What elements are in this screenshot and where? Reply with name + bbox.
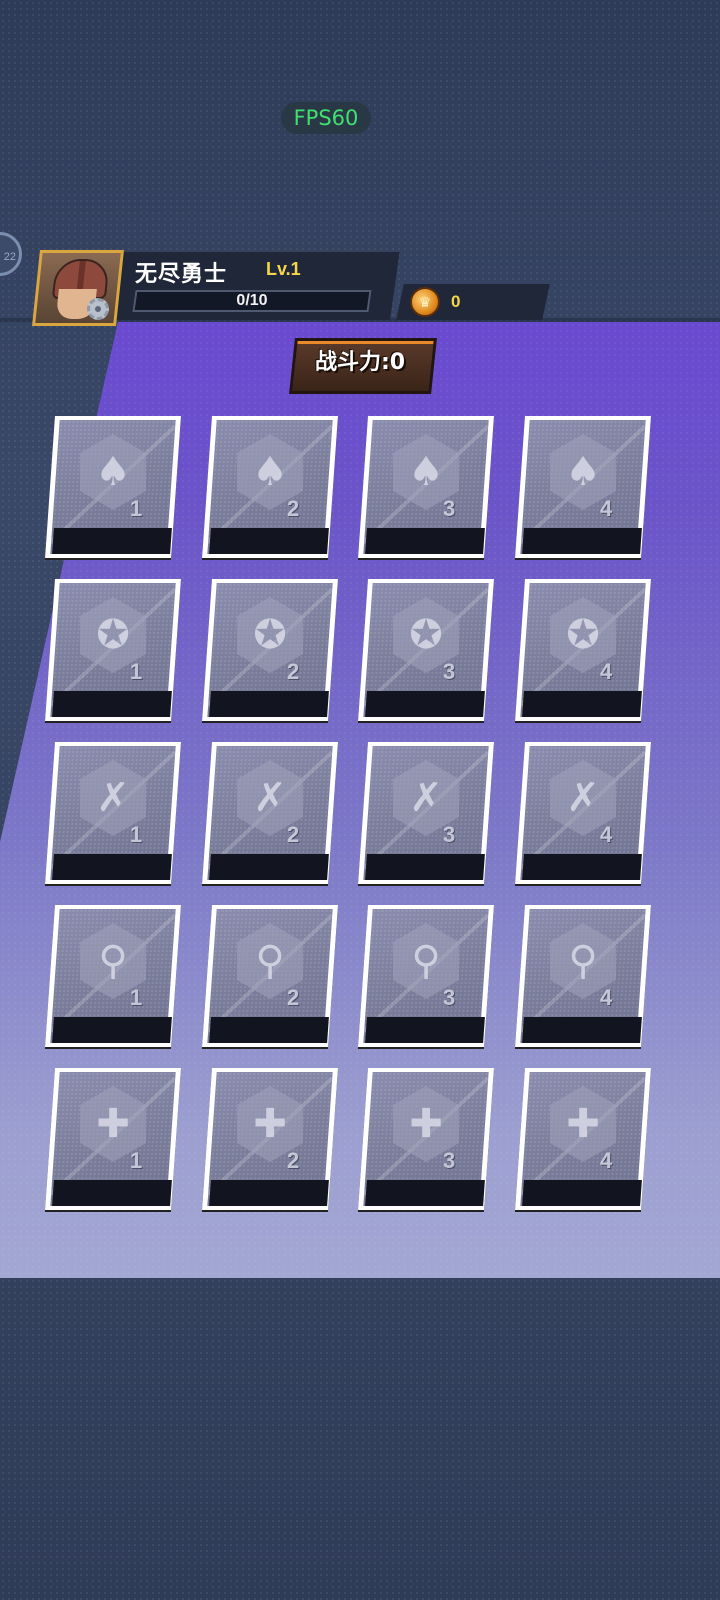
crossbow-icon: ✗ [566, 775, 600, 821]
card-footer [52, 691, 172, 717]
card-footer [522, 854, 642, 880]
slot-number: 4 [600, 822, 613, 847]
slot-number: 2 [287, 822, 300, 847]
sword-icon: ♠ [252, 449, 288, 495]
card-footer [209, 691, 329, 717]
shuriken-icon: ✪ [253, 612, 287, 658]
equipment-slot-bow-2[interactable]: ✗ 2 [202, 742, 338, 884]
card-footer [365, 854, 485, 880]
equipment-slot-armor-1[interactable]: ✪ 1 [45, 579, 181, 721]
equipment-slot-weapon-2[interactable]: ♠ 2 [202, 416, 338, 558]
card-footer [209, 854, 329, 880]
slot-number: 3 [443, 659, 456, 684]
shield-cross-icon: ✚ [96, 1101, 130, 1147]
slot-number: 1 [130, 659, 143, 684]
card-footer [365, 528, 485, 554]
slot-number: 4 [600, 496, 613, 521]
crossbow-icon: ✗ [409, 775, 443, 821]
card-footer [522, 1180, 642, 1206]
shuriken-icon: ✪ [96, 612, 130, 658]
equipment-slot-armor-3[interactable]: ✪ 3 [358, 579, 494, 721]
shield-cross-icon: ✚ [566, 1101, 600, 1147]
card-footer [365, 1017, 485, 1043]
shield-cross-icon: ✚ [409, 1101, 443, 1147]
slot-number: 4 [600, 985, 613, 1010]
slot-number: 3 [443, 822, 456, 847]
player-avatar[interactable] [32, 250, 124, 326]
card-footer [522, 1017, 642, 1043]
equipment-slot-bow-1[interactable]: ✗ 1 [45, 742, 181, 884]
sword-icon: ♠ [408, 449, 444, 495]
slot-number: 1 [130, 496, 143, 521]
coin-icon: ♛ [410, 287, 440, 317]
card-footer [209, 1017, 329, 1043]
slot-number: 2 [287, 659, 300, 684]
equipment-slot-bow-3[interactable]: ✗ 3 [358, 742, 494, 884]
settings-gear-icon[interactable] [87, 298, 109, 320]
equipment-slot-armor-2[interactable]: ✪ 2 [202, 579, 338, 721]
sword-icon: ♠ [95, 449, 131, 495]
card-footer [52, 1017, 172, 1043]
ring-icon: ⚲ [411, 938, 441, 984]
card-footer [52, 528, 172, 554]
slot-number: 2 [287, 985, 300, 1010]
ring-icon: ⚲ [568, 938, 598, 984]
player-level: Lv.1 [266, 259, 301, 279]
slot-number: 2 [287, 1148, 300, 1173]
slot-number: 1 [130, 1148, 143, 1173]
card-footer [522, 691, 642, 717]
combat-power-text: 战斗力:0 [314, 350, 406, 375]
player-name: 无尽勇士 [135, 262, 228, 287]
equipment-slot-weapon-4[interactable]: ♠ 4 [515, 416, 651, 558]
sword-icon: ♠ [565, 449, 601, 495]
slot-number: 3 [443, 496, 456, 521]
xp-progress-text: 0/10 [236, 292, 268, 309]
slot-number: 4 [600, 1148, 613, 1173]
slot-number: 1 [130, 985, 143, 1010]
equipment-slot-accessory-1[interactable]: ⚲ 1 [45, 905, 181, 1047]
card-footer [365, 1180, 485, 1206]
card-footer [209, 528, 329, 554]
card-footer [365, 691, 485, 717]
crossbow-icon: ✗ [96, 775, 130, 821]
ring-icon: ⚲ [255, 938, 285, 984]
slot-number: 4 [600, 659, 613, 684]
equipment-slot-accessory-2[interactable]: ⚲ 2 [202, 905, 338, 1047]
equipment-slot-shield-1[interactable]: ✚ 1 [45, 1068, 181, 1210]
equipment-slot-bow-4[interactable]: ✗ 4 [515, 742, 651, 884]
equipment-slot-accessory-4[interactable]: ⚲ 4 [515, 905, 651, 1047]
slot-number: 1 [130, 822, 143, 847]
card-footer [209, 1180, 329, 1206]
slot-number: 2 [287, 496, 300, 521]
equipment-slot-shield-2[interactable]: ✚ 2 [202, 1068, 338, 1210]
equipment-slot-weapon-1[interactable]: ♠ 1 [45, 416, 181, 558]
equipment-slot-accessory-3[interactable]: ⚲ 3 [358, 905, 494, 1047]
card-footer [52, 854, 172, 880]
fps-counter: FPS60 [281, 102, 371, 134]
shuriken-icon: ✪ [409, 612, 443, 658]
coin-count: 0 [451, 292, 461, 311]
equipment-slot-shield-3[interactable]: ✚ 3 [358, 1068, 494, 1210]
equipment-slot-armor-4[interactable]: ✪ 4 [515, 579, 651, 721]
slot-number: 3 [443, 985, 456, 1010]
equipment-slot-weapon-3[interactable]: ♠ 3 [358, 416, 494, 558]
ring-icon: ⚲ [98, 938, 128, 984]
crossbow-icon: ✗ [253, 775, 287, 821]
slot-number: 3 [443, 1148, 456, 1173]
equipment-slot-shield-4[interactable]: ✚ 4 [515, 1068, 651, 1210]
card-footer [522, 528, 642, 554]
card-footer [52, 1180, 172, 1206]
shield-cross-icon: ✚ [253, 1101, 287, 1147]
shuriken-icon: ✪ [566, 612, 600, 658]
